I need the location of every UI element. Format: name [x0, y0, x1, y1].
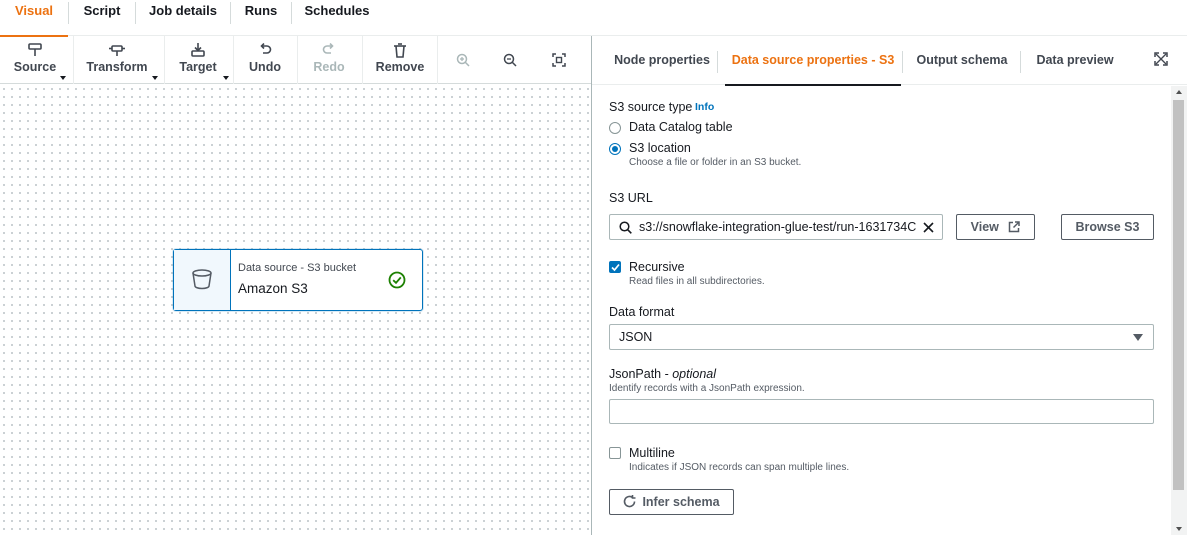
view-button[interactable]: View	[956, 214, 1035, 240]
panel-scrollbar[interactable]	[1171, 86, 1187, 535]
data-format-value: JSON	[619, 330, 653, 344]
tab-divider	[717, 51, 718, 73]
fit-to-screen-button[interactable]	[548, 36, 570, 84]
redo-label: Redo	[313, 60, 345, 74]
expand-icon[interactable]	[1154, 52, 1168, 66]
tab-data-source-properties[interactable]: Data source properties - S3	[725, 36, 901, 86]
s3-location-label: S3 location	[629, 141, 691, 155]
tab-node-properties[interactable]: Node properties	[602, 36, 722, 85]
multiline-label: Multiline	[629, 446, 675, 460]
transform-label: Transform	[86, 60, 148, 74]
data-format-label: Data format	[609, 305, 675, 319]
target-icon	[174, 36, 222, 58]
checkmark-icon	[611, 263, 620, 272]
undo-button[interactable]: Undo	[243, 36, 287, 84]
zoom-out-button[interactable]	[499, 36, 521, 84]
tab-output-schema[interactable]: Output schema	[908, 36, 1016, 85]
data-catalog-table-label: Data Catalog table	[629, 120, 733, 134]
top-tab-bar: Visual Script Job details Runs Schedules	[0, 0, 1187, 37]
target-button[interactable]: Target	[174, 36, 229, 84]
caret-down-icon	[152, 76, 158, 80]
recursive-description: Read files in all subdirectories.	[629, 276, 765, 287]
jsonpath-optional-text: optional	[672, 367, 717, 381]
multiline-checkbox[interactable]	[609, 447, 621, 459]
zoom-in-icon	[452, 36, 474, 67]
search-icon	[619, 221, 632, 234]
s3-location-description: Choose a file or folder in an S3 bucket.	[629, 157, 802, 168]
caret-down-icon	[1133, 334, 1143, 341]
info-link[interactable]: Info	[695, 101, 714, 113]
scroll-up-icon[interactable]	[1176, 90, 1182, 94]
zoom-in-button[interactable]	[452, 36, 474, 84]
node-title: Amazon S3	[238, 281, 308, 296]
node-subtitle: Data source - S3 bucket	[238, 262, 357, 274]
toolbar-divider	[437, 36, 438, 84]
multiline-description: Indicates if JSON records can span multi…	[629, 462, 850, 473]
infer-schema-button[interactable]: Infer schema	[609, 489, 734, 515]
jsonpath-description: Identify records with a JsonPath express…	[609, 383, 805, 394]
refresh-icon	[624, 495, 636, 508]
tab-job-details[interactable]: Job details	[136, 0, 230, 36]
s3-source-node[interactable]: Data source - S3 bucket Amazon S3	[173, 249, 423, 311]
fit-screen-icon	[548, 36, 570, 67]
radio-data-catalog-table[interactable]	[609, 122, 621, 134]
recursive-checkbox[interactable]	[609, 261, 621, 273]
toolbar-divider	[233, 36, 234, 84]
canvas-toolbar: Source Transform Target Undo Redo Remove	[0, 36, 591, 84]
s3-url-label: S3 URL	[609, 191, 653, 205]
toolbar-divider	[73, 36, 74, 84]
browse-s3-button[interactable]: Browse S3	[1061, 214, 1154, 240]
tab-divider	[1020, 51, 1021, 73]
caret-down-icon	[60, 76, 66, 80]
trash-icon	[372, 36, 428, 58]
data-format-select[interactable]: JSON	[609, 324, 1154, 350]
recursive-label: Recursive	[629, 260, 685, 274]
tab-runs[interactable]: Runs	[231, 0, 291, 36]
source-button[interactable]: Source	[6, 36, 66, 84]
s3-source-type-label: S3 source type	[609, 100, 693, 114]
caret-down-icon	[223, 76, 229, 80]
redo-button[interactable]: Redo	[307, 36, 351, 84]
undo-label: Undo	[249, 60, 281, 74]
tab-script[interactable]: Script	[69, 0, 135, 36]
source-label: Source	[13, 60, 57, 74]
panel-body: S3 source type Info Data Catalog table S…	[592, 86, 1187, 535]
toolbar-divider	[297, 36, 298, 84]
remove-button[interactable]: Remove	[372, 36, 428, 84]
jsonpath-label: JsonPath - optional	[609, 367, 716, 381]
source-icon	[6, 36, 64, 58]
tab-schedules[interactable]: Schedules	[292, 0, 382, 36]
toolbar-divider	[164, 36, 165, 84]
jsonpath-input[interactable]	[609, 399, 1154, 424]
success-check-icon	[388, 271, 406, 289]
tab-divider	[902, 51, 903, 73]
scroll-down-icon[interactable]	[1176, 527, 1182, 531]
graph-canvas[interactable]: Data source - S3 bucket Amazon S3	[0, 85, 591, 535]
external-link-icon	[1009, 221, 1021, 233]
toolbar-divider	[362, 36, 363, 84]
transform-button[interactable]: Transform	[82, 36, 158, 84]
remove-label: Remove	[375, 60, 425, 74]
jsonpath-label-text: JsonPath -	[609, 367, 673, 381]
undo-icon	[243, 36, 287, 58]
redo-icon	[307, 36, 351, 58]
panel-tab-bar: Node properties Data source properties -…	[592, 36, 1187, 86]
clear-icon[interactable]	[923, 222, 934, 233]
s3-url-input[interactable]: s3://snowflake-integration-glue-test/run…	[609, 214, 943, 240]
radio-s3-location[interactable]	[609, 143, 621, 155]
properties-panel: Node properties Data source properties -…	[591, 36, 1187, 535]
scrollbar-thumb[interactable]	[1173, 100, 1184, 490]
zoom-out-icon	[499, 36, 521, 67]
view-button-label: View	[970, 220, 999, 234]
s3-url-value: s3://snowflake-integration-glue-test/run…	[639, 220, 916, 234]
bucket-icon	[192, 269, 212, 290]
tab-data-preview[interactable]: Data preview	[1026, 36, 1124, 85]
transform-icon	[82, 36, 152, 58]
target-label: Target	[179, 60, 217, 74]
tab-visual[interactable]: Visual	[0, 0, 68, 37]
node-icon-area	[174, 250, 231, 310]
infer-schema-label: Infer schema	[642, 495, 720, 509]
